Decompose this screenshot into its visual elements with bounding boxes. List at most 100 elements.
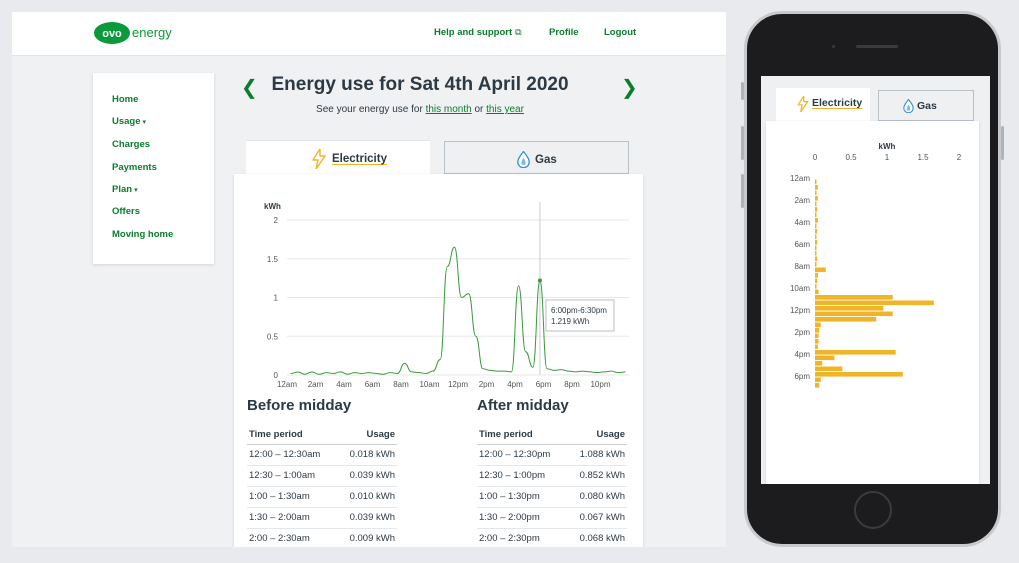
usage-bar (815, 372, 903, 377)
usage-bar (815, 267, 826, 273)
sidebar-item-payments[interactable]: Payments (112, 162, 157, 173)
usage-bar (815, 273, 818, 278)
y-tick-label: 0 (274, 371, 279, 380)
ovo-logo-mark: ovo (94, 22, 130, 44)
usage-bar (815, 262, 817, 267)
flame-drop-icon (903, 99, 914, 113)
profile-link[interactable]: Profile (549, 27, 579, 38)
y-tick-label: 2pm (794, 328, 810, 337)
sidebar-item-label: Charges (112, 139, 151, 150)
y-tick-label: 12pm (790, 306, 810, 315)
external-link-icon: ⧉ (515, 27, 522, 37)
usage-cell: 0.068 kWh (567, 528, 627, 547)
usage-bar (815, 196, 818, 201)
chevron-right-icon[interactable]: ❯ (621, 75, 638, 100)
usage-bar (815, 311, 893, 317)
usage-bar (815, 245, 817, 251)
time-period-cell: 1:30 – 2:00am (247, 507, 338, 529)
x-axis-label: kWh (879, 142, 896, 151)
tooltip-time: 6:00pm-6:30pm (551, 306, 607, 315)
sidebar-item-moving-home[interactable]: Moving home (112, 229, 173, 240)
usage-cell: 0.010 kWh (337, 486, 397, 508)
usage-bar (815, 234, 817, 240)
usage-bar (815, 344, 818, 350)
mobile-usage-bar-chart[interactable]: kWh 0 0.5 1 1.5 2 12am 2am 4am 6am 8am 10am 12pm 2pm 4… (766, 121, 979, 484)
x-tick-label: 8am (393, 380, 409, 389)
usage-cell: 0.039 kWh (337, 507, 397, 529)
sidebar-item-label: Usage (112, 116, 141, 127)
time-period-cell: 1:30 – 2:00pm (477, 507, 568, 529)
usage-bar (815, 295, 893, 300)
x-tick-label: 12am (277, 380, 297, 389)
sidebar-nav: Home Usage ▾ Charges Payments Plan ▾ Offer… (93, 73, 214, 264)
tab-label: Electricity (332, 153, 387, 165)
page-subtitle: See your energy use for this month or th… (270, 104, 570, 115)
usage-cell: 0.852 kWh (567, 465, 627, 487)
time-period-cell: 2:00 – 2:30am (247, 528, 338, 547)
phone-home-button[interactable] (854, 491, 892, 529)
usage-cell: 0.039 kWh (337, 465, 397, 487)
sidebar-item-label: Plan (112, 184, 133, 195)
tab-electricity[interactable]: Electricity (246, 140, 430, 176)
usage-bar (815, 377, 821, 383)
table-row: 1:30 – 2:00pm 0.067 kWh (477, 507, 627, 529)
usage-bar (815, 328, 820, 333)
tab-gas[interactable]: Gas (444, 141, 629, 174)
usage-bar (815, 350, 896, 355)
page-title: Energy use for Sat 4th April 2020 (271, 74, 569, 95)
sidebar-item-usage[interactable]: Usage ▾ (112, 116, 146, 127)
usage-bar (815, 212, 817, 218)
usage-bar (815, 306, 884, 311)
mobile-tab-gas[interactable]: Gas (878, 90, 974, 121)
time-period-cell: 12:00 – 12:30am (247, 444, 338, 466)
phone-power-button (1001, 126, 1004, 160)
sidebar-item-charges[interactable]: Charges (112, 139, 150, 150)
table-row: 12:00 – 12:30am 0.018 kWh (247, 444, 397, 466)
table-row: 12:30 – 1:00pm 0.852 kWh (477, 465, 627, 487)
chevron-left-icon[interactable]: ❮ (241, 75, 258, 100)
chevron-down-icon: ▾ (134, 187, 138, 194)
sidebar-item-home[interactable]: Home (112, 94, 138, 105)
y-tick-label: 4am (794, 218, 810, 227)
x-tick-label: 2pm (479, 380, 495, 389)
x-tick-label: 12pm (448, 380, 468, 389)
usage-cell: 1.088 kWh (567, 444, 627, 466)
usage-bar (815, 317, 877, 322)
x-tick-label: 10am (419, 380, 439, 389)
chevron-down-icon: ▾ (142, 119, 147, 126)
subtitle-text: or (471, 104, 487, 115)
y-tick-label: 6am (794, 240, 810, 249)
x-tick-label: 0.5 (845, 153, 857, 162)
after-midday-title: After midday (477, 397, 569, 414)
usage-bar (815, 185, 818, 190)
after-midday-table: Time period Usage 12:00 – 12:30pm 1.088 kW… (477, 426, 627, 547)
usage-bar (815, 223, 817, 229)
tab-label: Electricity (812, 97, 863, 109)
mobile-screen: Electricity Gas kWh 0 0.5 1 1.5 2 12am 2am 4am 6a… (761, 76, 990, 484)
sidebar-item-plan[interactable]: Plan ▾ (112, 184, 138, 195)
x-tick-label: 0 (813, 153, 818, 162)
before-midday-table: Time period Usage 12:00 – 12:30am 0.018 kW… (247, 426, 397, 547)
y-tick-label: 0.5 (267, 332, 279, 341)
usage-bar (815, 355, 835, 361)
table-row: 12:00 – 12:30pm 1.088 kWh (477, 444, 627, 466)
mobile-tab-electricity[interactable]: Electricity (776, 88, 870, 121)
time-period-cell: 2:00 – 2:30pm (477, 528, 568, 547)
table-row: 12:30 – 1:00am 0.039 kWh (247, 465, 397, 487)
y-tick-label: 2am (794, 196, 810, 205)
this-month-link[interactable]: this month (426, 104, 472, 115)
this-year-link[interactable]: this year (486, 104, 524, 115)
x-tick-label: 6am (365, 380, 381, 389)
tab-label: Gas (917, 100, 937, 112)
logout-link[interactable]: Logout (604, 27, 636, 38)
svg-text:ovo: ovo (102, 28, 122, 40)
daily-usage-line-chart[interactable]: kWh 0 0.5 1 1.5 2 12am 2am 4am 6am 8am 10am 12pm 2pm 4… (234, 174, 643, 389)
help-and-support-link[interactable]: Help and support ⧉ (434, 27, 522, 38)
lightning-icon (797, 96, 809, 112)
y-axis-label: kWh (264, 202, 281, 211)
table-header: Time period (247, 426, 338, 445)
phone-volume-up (741, 126, 744, 160)
table-header: Usage (337, 426, 397, 445)
usage-cell: 0.067 kWh (567, 507, 627, 529)
sidebar-item-offers[interactable]: Offers (112, 206, 140, 217)
